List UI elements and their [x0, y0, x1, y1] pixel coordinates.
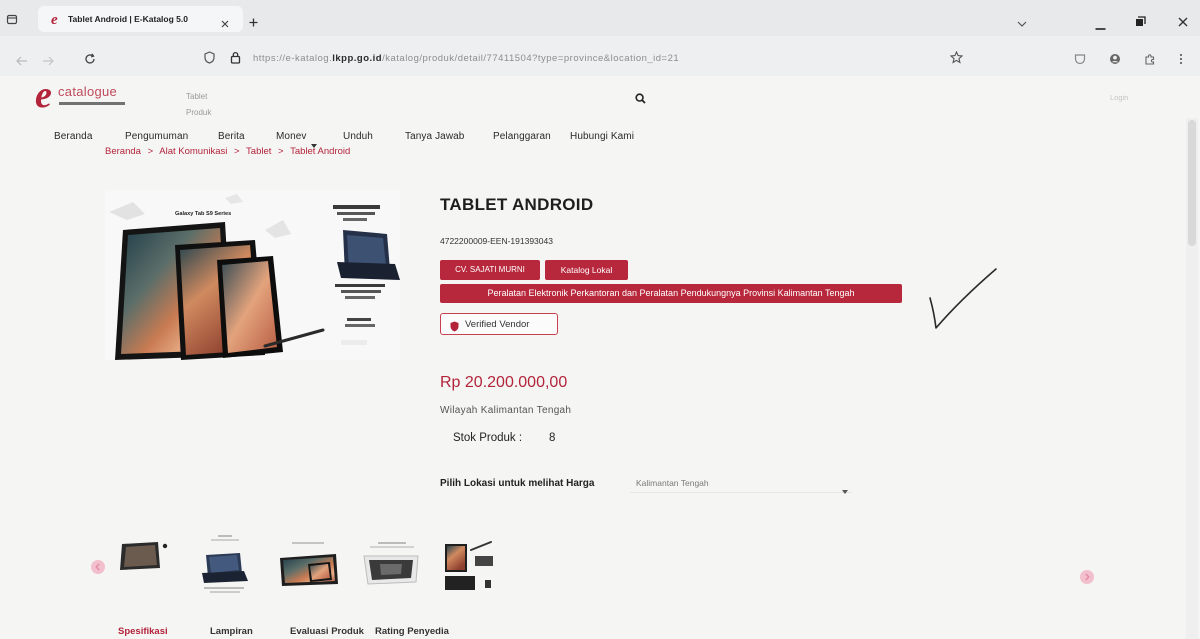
- nav-item-tanya-jawab[interactable]: Tanya Jawab: [405, 131, 464, 142]
- svg-text:Galaxy Tab S9 Series: Galaxy Tab S9 Series: [175, 211, 231, 217]
- nav-item-hubungi-kami[interactable]: Hubungi Kami: [570, 131, 634, 142]
- tab-close-icon[interactable]: [221, 15, 229, 33]
- thumbnail-next-button[interactable]: [1080, 570, 1094, 589]
- browser-window: e Tablet Android | E-Katalog 5.0 https:/…: [0, 0, 1200, 639]
- breadcrumb-item-current: Tablet Android: [290, 146, 351, 157]
- star-icon[interactable]: [949, 50, 964, 69]
- product-thumbnail[interactable]: [278, 540, 340, 588]
- product-main-image[interactable]: Galaxy Tab S9 Series: [105, 190, 400, 360]
- breadcrumb-item-tablet[interactable]: Tablet: [246, 146, 271, 157]
- product-title: TABLET ANDROID: [440, 195, 594, 214]
- product-price: Rp 20.200.000,00: [440, 374, 568, 391]
- thumbnail-prev-button[interactable]: [91, 560, 105, 579]
- site-logo-tagline: [59, 102, 125, 105]
- tab-overview-icon[interactable]: [6, 12, 18, 30]
- back-arrow-icon[interactable]: [16, 53, 28, 71]
- forward-arrow-icon[interactable]: [42, 53, 54, 71]
- pocket-icon[interactable]: [1074, 52, 1086, 70]
- breadcrumb-separator: >: [234, 146, 240, 157]
- catalog-type-badge[interactable]: Katalog Lokal: [545, 260, 628, 280]
- verified-vendor-label: Verified Vendor: [465, 319, 530, 330]
- breadcrumb-item-alat-komunikasi[interactable]: Alat Komunikasi: [159, 146, 227, 157]
- site-logo-mark[interactable]: e: [35, 76, 52, 114]
- breadcrumb: Beranda > Alat Komunikasi > Tablet > Tab…: [105, 146, 354, 157]
- location-select-value: Kalimantan Tengah: [636, 478, 709, 488]
- product-thumbnail[interactable]: [196, 533, 254, 599]
- tab-rating-penyedia[interactable]: Rating Penyedia: [375, 626, 449, 637]
- search-category-select[interactable]: Produk: [186, 108, 211, 117]
- minimize-icon[interactable]: [1095, 18, 1106, 36]
- product-thumbnail[interactable]: [360, 540, 422, 588]
- tab-evaluasi-produk[interactable]: Evaluasi Produk: [290, 626, 364, 637]
- lock-icon[interactable]: [230, 51, 241, 69]
- shield-icon[interactable]: [204, 51, 215, 69]
- chevron-down-icon: [842, 481, 848, 499]
- product-code: 4722200009-EEN-191393043: [440, 236, 553, 246]
- extension-icon[interactable]: [1144, 52, 1156, 70]
- stock-label: Stok Produk :: [453, 432, 523, 444]
- site-logo-text[interactable]: catalogue: [58, 84, 117, 99]
- search-icon[interactable]: [635, 91, 646, 109]
- verified-vendor-button[interactable]: Verified Vendor: [440, 313, 558, 335]
- chevron-down-icon[interactable]: [1017, 15, 1027, 33]
- product-thumbnail[interactable]: [118, 538, 174, 574]
- vendor-badge[interactable]: CV. SAJATI MURNI: [440, 260, 540, 280]
- new-tab-icon[interactable]: [249, 14, 258, 32]
- page-scrollbar-thumb[interactable]: [1188, 120, 1196, 246]
- price-region: Wilayah Kalimantan Tengah: [440, 405, 572, 416]
- nav-item-unduh[interactable]: Unduh: [343, 131, 373, 142]
- tab-lampiran[interactable]: Lampiran: [210, 626, 253, 637]
- svg-text:e: e: [51, 12, 58, 27]
- stock-value: 8: [549, 432, 556, 444]
- menu-icon[interactable]: [1178, 52, 1184, 70]
- verified-shield-icon: [450, 319, 459, 337]
- breadcrumb-item-beranda[interactable]: Beranda: [105, 146, 141, 157]
- breadcrumb-separator: >: [278, 146, 284, 157]
- login-link[interactable]: Login: [1110, 93, 1128, 102]
- nav-item-beranda[interactable]: Beranda: [54, 131, 93, 142]
- browser-tab-active[interactable]: e Tablet Android | E-Katalog 5.0: [38, 6, 243, 32]
- restore-icon[interactable]: [1135, 14, 1146, 32]
- nav-item-monev[interactable]: Monev: [276, 131, 307, 142]
- address-bar-url[interactable]: https://e-katalog.lkpp.go.id/katalog/pro…: [253, 53, 679, 64]
- chevron-left-icon: [91, 560, 105, 574]
- handwritten-checkmark: [929, 268, 997, 329]
- location-select[interactable]: Kalimantan Tengah: [630, 475, 852, 494]
- product-thumbnail[interactable]: [441, 536, 503, 596]
- location-label: Pilih Lokasi untuk melihat Harga: [440, 478, 595, 489]
- reload-icon[interactable]: [84, 52, 96, 70]
- chevron-right-icon: [1080, 570, 1094, 584]
- breadcrumb-separator: >: [147, 146, 154, 157]
- favicon-icon: e: [50, 11, 64, 32]
- search-input[interactable]: Tablet: [186, 92, 207, 101]
- tab-spesifikasi[interactable]: Spesifikasi: [118, 626, 168, 637]
- tab-title: Tablet Android | E-Katalog 5.0: [68, 14, 188, 24]
- close-icon[interactable]: [1178, 14, 1188, 32]
- account-icon[interactable]: [1109, 52, 1121, 70]
- nav-item-berita[interactable]: Berita: [218, 131, 245, 142]
- nav-item-pelanggaran[interactable]: Pelanggaran: [493, 131, 551, 142]
- category-badge[interactable]: Peralatan Elektronik Perkantoran dan Per…: [440, 284, 902, 303]
- nav-item-pengumuman[interactable]: Pengumuman: [125, 131, 188, 142]
